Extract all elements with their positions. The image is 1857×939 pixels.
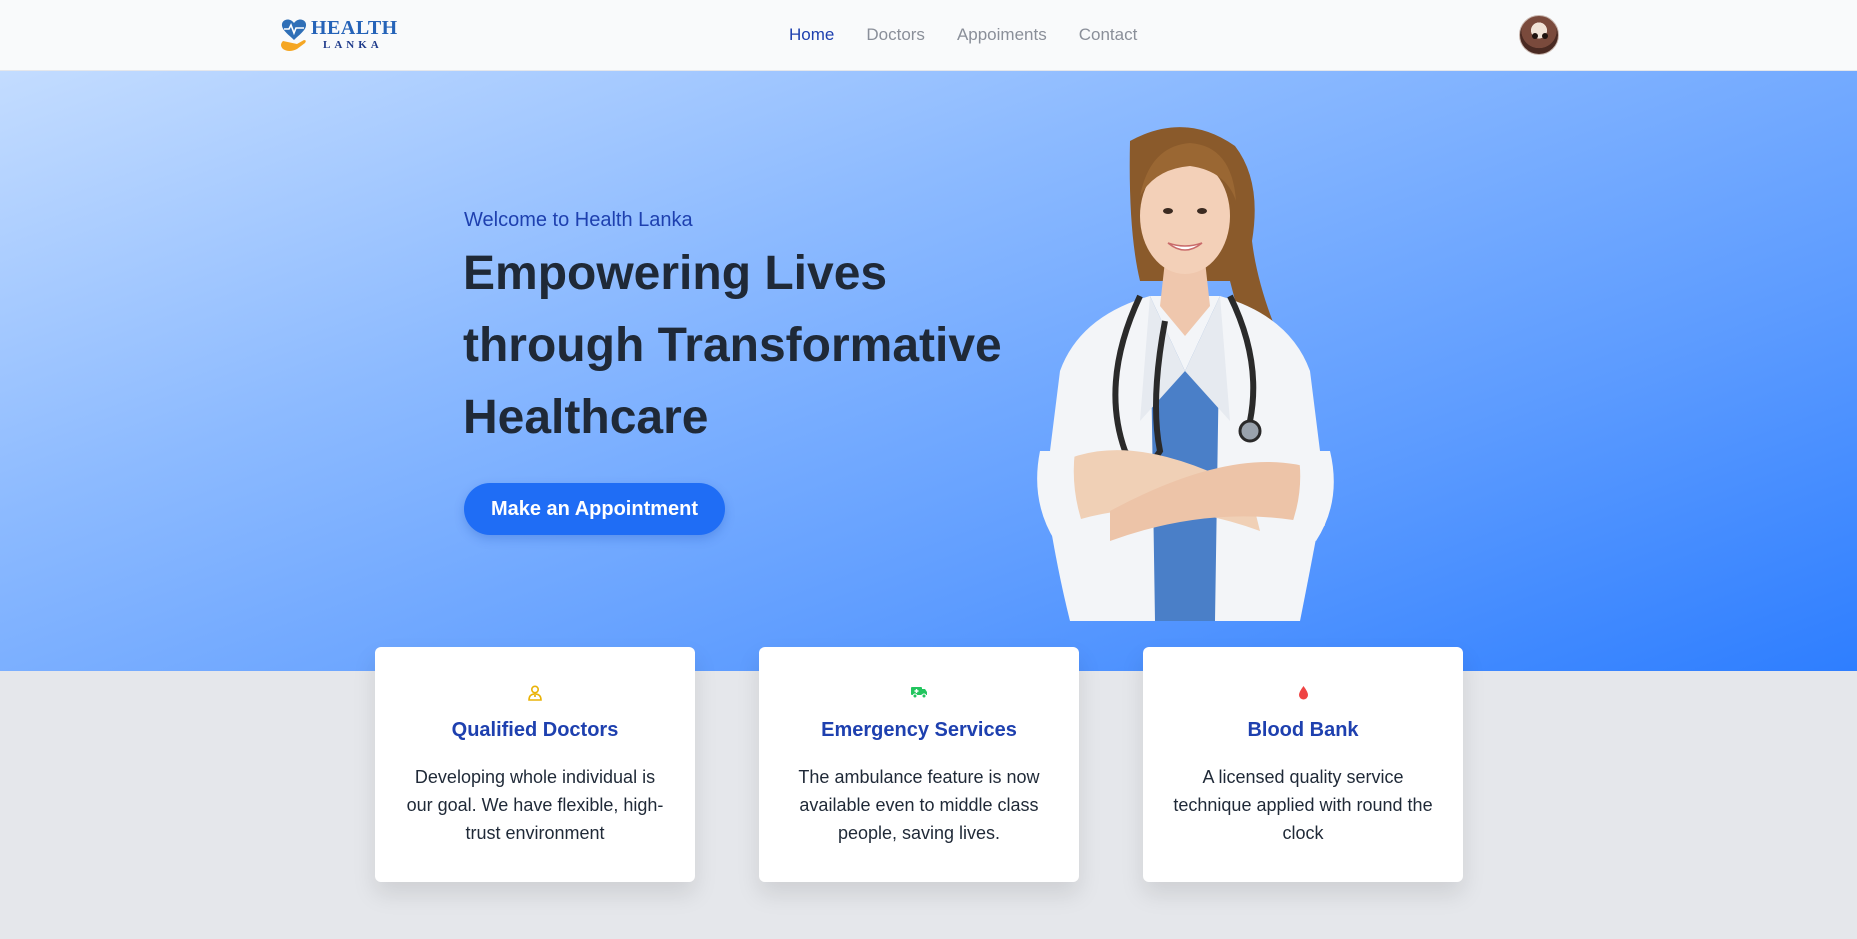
nav-link-home[interactable]: Home xyxy=(789,25,834,45)
make-appointment-button[interactable]: Make an Appointment xyxy=(464,483,725,535)
user-avatar[interactable] xyxy=(1519,15,1559,55)
ambulance-icon xyxy=(759,685,1079,703)
doctor-icon xyxy=(375,685,695,703)
feature-description: The ambulance feature is now available e… xyxy=(798,767,1040,843)
navbar: HEALTH LANKA Home Doctors Appoiments Con… xyxy=(0,0,1857,71)
feature-description: A licensed quality service technique app… xyxy=(1173,767,1433,843)
doctor-image xyxy=(1037,127,1334,621)
hero-subtitle: Welcome to Health Lanka xyxy=(464,209,693,231)
feature-card-emergency-services: Emergency Services The ambulance feature… xyxy=(759,647,1079,882)
feature-description: Developing whole individual is our goal.… xyxy=(406,767,664,843)
blood-drop-icon xyxy=(1143,685,1463,703)
logo-text-health: HEALTH xyxy=(311,16,398,39)
nav-link-doctors[interactable]: Doctors xyxy=(866,25,925,45)
hero-section: Welcome to Health Lanka Empowering Lives… xyxy=(0,71,1857,671)
logo[interactable]: HEALTH LANKA xyxy=(277,14,397,54)
heart-hands-icon xyxy=(277,15,311,53)
main-nav: Home Doctors Appoiments Contact xyxy=(789,0,1137,70)
nav-link-contact[interactable]: Contact xyxy=(1079,25,1138,45)
feature-card-blood-bank: Blood Bank A licensed quality service te… xyxy=(1143,647,1463,882)
logo-text-lanka: LANKA xyxy=(323,38,383,51)
feature-title: Qualified Doctors xyxy=(451,719,619,741)
feature-title: Emergency Services xyxy=(821,719,1017,741)
nav-link-appointments[interactable]: Appoiments xyxy=(957,25,1047,45)
feature-title: Blood Bank xyxy=(1247,719,1359,741)
feature-card-qualified-doctors: Qualified Doctors Developing whole indiv… xyxy=(375,647,695,882)
hero-title: Empowering Lives through Transformative … xyxy=(463,247,1002,444)
